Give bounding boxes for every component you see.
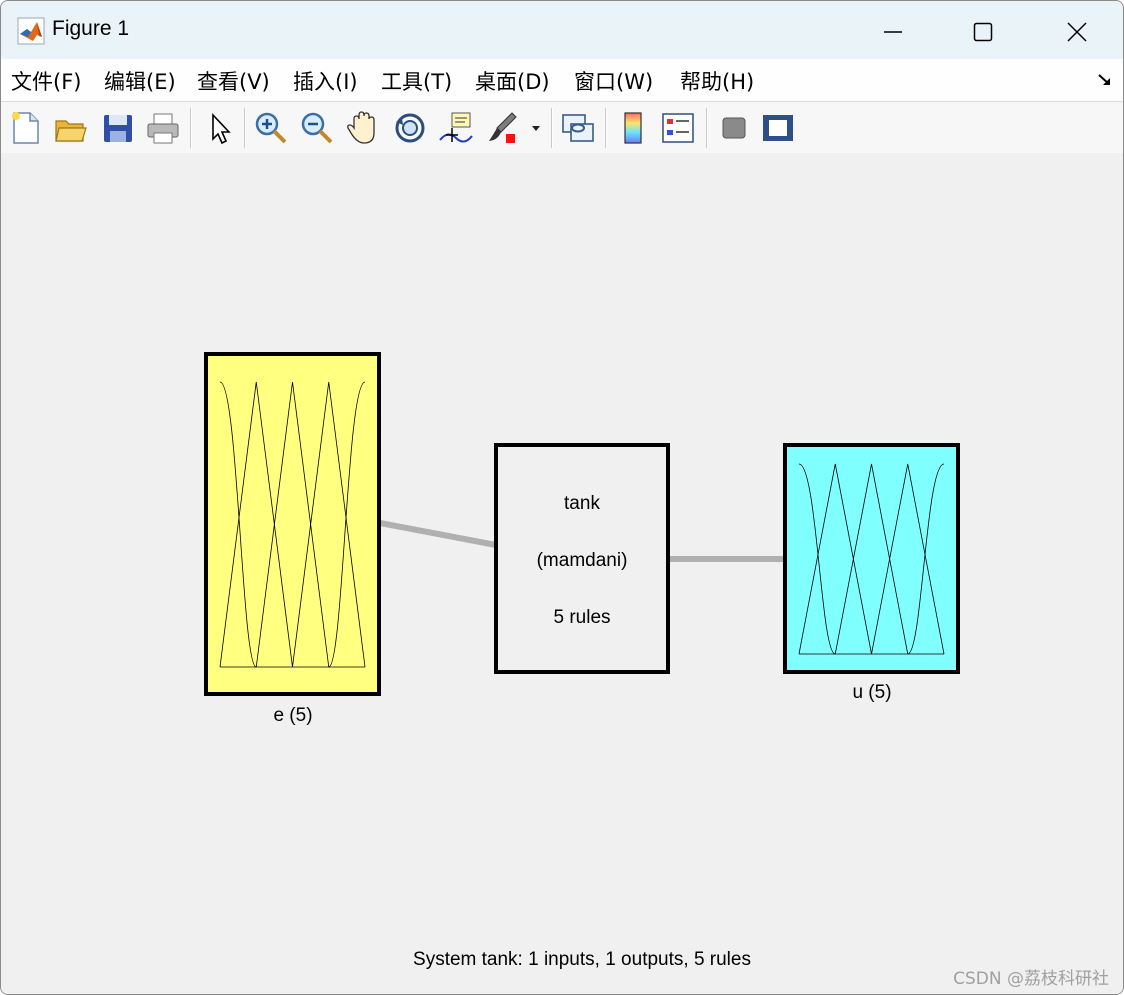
legend-icon bbox=[662, 113, 694, 143]
brush-button[interactable] bbox=[484, 110, 520, 146]
hide-plot-tools-icon bbox=[722, 117, 746, 139]
legend-button[interactable] bbox=[660, 110, 696, 146]
minimize-button[interactable] bbox=[869, 11, 915, 51]
figure-canvas: e (5) u (5) tank (mamdani) 5 rules Syste… bbox=[1, 153, 1123, 994]
figure-window: Figure 1 文件(F) 编辑(E) 查看(V) 插入(I) 工具(T) 桌… bbox=[0, 0, 1124, 995]
data-cursor-icon bbox=[439, 112, 473, 143]
toolbar-separator bbox=[190, 108, 192, 148]
pan-button[interactable] bbox=[345, 110, 381, 146]
show-plot-tools-icon bbox=[763, 115, 793, 141]
new-figure-icon bbox=[12, 112, 39, 144]
edit-plot-button[interactable] bbox=[201, 110, 237, 146]
pan-icon bbox=[347, 111, 375, 144]
maximize-icon bbox=[973, 22, 993, 42]
print-button[interactable] bbox=[145, 110, 181, 146]
save-icon bbox=[104, 115, 132, 142]
menu-window[interactable]: 窗口(W) bbox=[574, 66, 653, 96]
system-rules: 5 rules bbox=[553, 607, 611, 628]
menu-bar: 文件(F) 编辑(E) 查看(V) 插入(I) 工具(T) 桌面(D) 窗口(W… bbox=[1, 59, 1123, 101]
toolbar bbox=[1, 101, 1123, 154]
menu-desktop[interactable]: 桌面(D) bbox=[475, 66, 550, 96]
minimize-icon bbox=[884, 31, 902, 33]
watermark: CSDN @荔枝科研社 bbox=[953, 969, 1109, 989]
output-variable-block[interactable] bbox=[783, 443, 960, 674]
toolbar-separator bbox=[551, 108, 553, 148]
open-file-button[interactable] bbox=[53, 110, 89, 146]
zoom-in-icon bbox=[255, 112, 287, 144]
rotate-3d-icon bbox=[395, 113, 425, 143]
zoom-in-button[interactable] bbox=[253, 110, 289, 146]
menu-view[interactable]: 查看(V) bbox=[197, 66, 270, 96]
zoom-out-button[interactable] bbox=[299, 110, 335, 146]
close-icon bbox=[1067, 22, 1087, 42]
system-type: (mamdani) bbox=[536, 550, 628, 571]
menu-help[interactable]: 帮助(H) bbox=[680, 66, 754, 96]
menu-insert[interactable]: 插入(I) bbox=[293, 66, 358, 96]
chevron-down-icon bbox=[532, 126, 540, 131]
brush-icon bbox=[489, 112, 517, 143]
menu-file[interactable]: 文件(F) bbox=[11, 66, 81, 96]
toolbar-separator bbox=[605, 108, 607, 148]
toolbar-separator bbox=[706, 108, 708, 148]
menu-tools[interactable]: 工具(T) bbox=[381, 66, 452, 96]
hide-plot-tools-button[interactable] bbox=[716, 110, 752, 146]
input-connector bbox=[379, 520, 497, 548]
output-variable-label: u (5) bbox=[852, 682, 892, 703]
data-cursor-button[interactable] bbox=[438, 110, 474, 146]
link-plot-button[interactable] bbox=[560, 110, 596, 146]
system-name: tank bbox=[564, 493, 600, 514]
save-button[interactable] bbox=[100, 110, 136, 146]
zoom-out-icon bbox=[301, 112, 333, 144]
link-plot-icon bbox=[562, 114, 594, 142]
rotate-3d-button[interactable] bbox=[392, 110, 428, 146]
colorbar-icon bbox=[624, 112, 642, 144]
brush-dropdown[interactable] bbox=[528, 110, 544, 146]
close-button[interactable] bbox=[1053, 11, 1099, 51]
window-title: Figure 1 bbox=[52, 17, 130, 40]
title-bar[interactable]: Figure 1 bbox=[1, 1, 1123, 59]
menu-edit[interactable]: 编辑(E) bbox=[104, 66, 176, 96]
print-icon bbox=[147, 113, 179, 144]
open-file-icon bbox=[55, 120, 87, 142]
maximize-button[interactable] bbox=[959, 11, 1005, 51]
dock-arrow-icon[interactable] bbox=[1097, 72, 1113, 88]
toolbar-separator bbox=[244, 108, 246, 148]
new-figure-button[interactable] bbox=[8, 110, 44, 146]
fis-diagram bbox=[204, 352, 960, 696]
show-plot-tools-button[interactable] bbox=[760, 110, 796, 146]
matlab-logo-icon bbox=[17, 17, 45, 45]
edit-plot-icon bbox=[212, 112, 231, 145]
colorbar-button[interactable] bbox=[615, 110, 651, 146]
input-variable-label: e (5) bbox=[273, 705, 313, 726]
input-variable-block[interactable] bbox=[204, 352, 381, 696]
